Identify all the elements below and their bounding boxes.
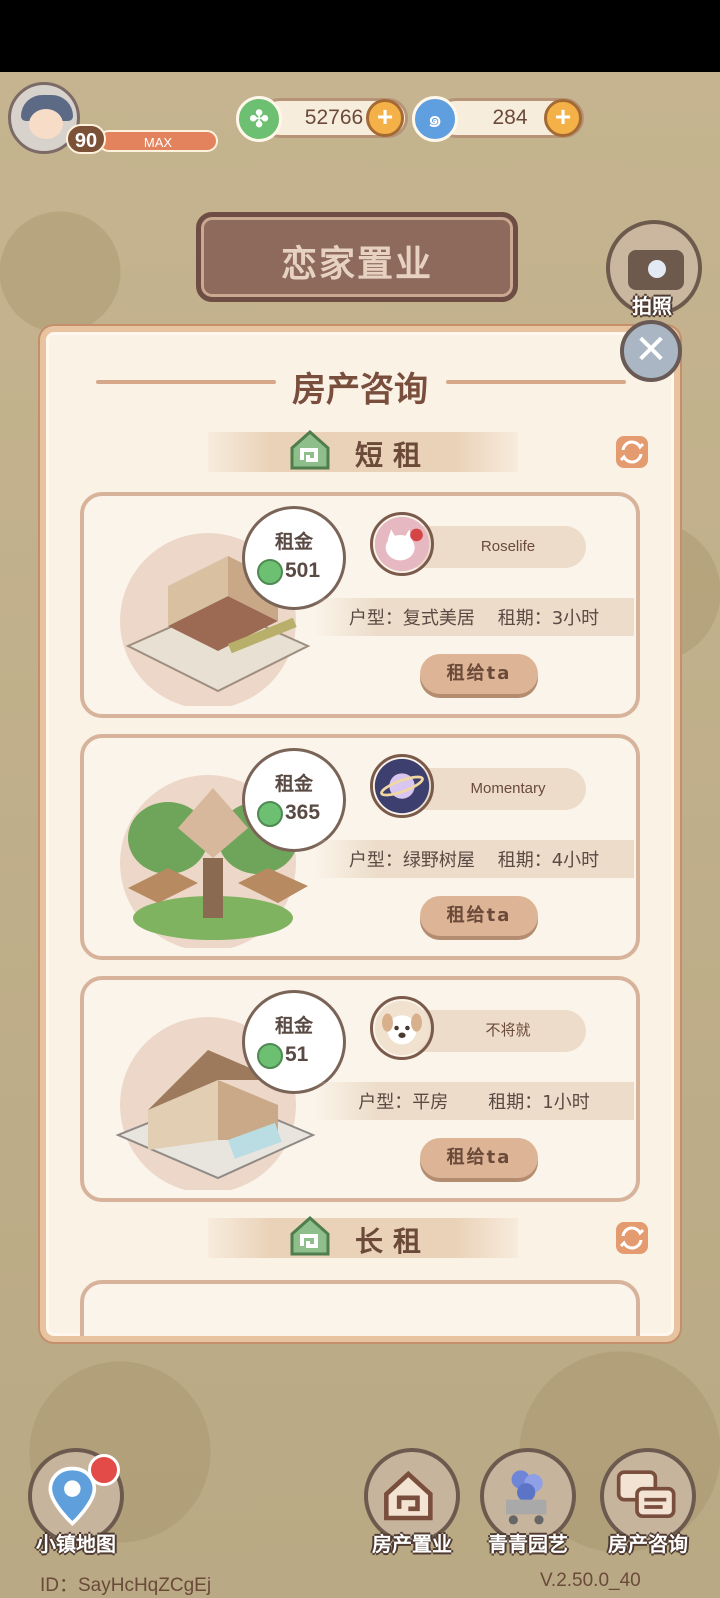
notification-dot <box>88 1454 120 1486</box>
section-header-long: 长租 <box>208 1215 518 1258</box>
owner-avatar-dog-icon[interactable] <box>370 996 434 1060</box>
clover-icon: ✤ <box>236 96 282 142</box>
refresh-icon[interactable] <box>614 1220 650 1256</box>
add-swirl-button[interactable]: + <box>544 99 582 137</box>
swirl-gem-icon: ๑ <box>412 96 458 142</box>
garden-label: 青青园艺 <box>488 1532 568 1556</box>
rent-value: 51 <box>285 1043 309 1066</box>
rent-value: 365 <box>285 801 321 824</box>
rent-bubble: 租金 365 <box>242 748 346 852</box>
status-bar <box>0 0 720 72</box>
page-title: 恋家置业 <box>280 244 433 285</box>
rent-bubble: 租金 501 <box>242 506 346 610</box>
owner-avatar-planet-icon[interactable] <box>370 754 434 818</box>
clover-coin-icon <box>257 559 283 585</box>
listing-info-text: 户型：绿野树屋 租期：4小时 <box>348 850 600 871</box>
listing-card-partial <box>80 1280 640 1336</box>
flower-cart-icon <box>506 1470 547 1525</box>
section-header-short: 短租 <box>208 429 518 472</box>
player-id: ID：SayHcHqZCgEj <box>40 1575 212 1596</box>
listing-info: 户型：平房 租期：1小时 <box>314 1082 634 1120</box>
close-button[interactable]: ✕ <box>620 320 682 382</box>
listing-info: 户型：绿野树屋 租期：4小时 <box>314 840 634 878</box>
property-consult-panel: 房产咨询 短租 租金 501 Roselife 户型：复式美居 租期：3小时 租… <box>40 326 680 1342</box>
rent-to-button[interactable]: 租给ta <box>420 896 538 936</box>
rent-label: 租金 <box>274 1015 313 1037</box>
listing-info: 户型：复式美居 租期：3小时 <box>314 598 634 636</box>
rent-value: 501 <box>285 559 321 582</box>
rent-to-button[interactable]: 租给ta <box>420 654 538 694</box>
town-map-label: 小镇地图 <box>36 1532 116 1556</box>
section-label-long: 长租 <box>354 1225 431 1258</box>
property-consult-label: 房产咨询 <box>608 1532 688 1556</box>
listing-card: 租金 51 不将就 户型：平房 租期：1小时 租给ta <box>80 976 640 1202</box>
section-label-short: 短租 <box>354 439 431 472</box>
clover-coin-icon <box>257 1043 283 1069</box>
title-plate: 恋家置业 <box>196 212 518 302</box>
refresh-icon[interactable] <box>614 434 650 470</box>
rent-to-button[interactable]: 租给ta <box>420 1138 538 1178</box>
app-version: V.2.50.0_40 <box>540 1570 641 1591</box>
rent-label: 租金 <box>274 773 313 795</box>
clover-coin-icon <box>257 801 283 827</box>
rent-label: 租金 <box>274 531 313 553</box>
listing-card: 租金 501 Roselife 户型：复式美居 租期：3小时 租给ta <box>80 492 640 718</box>
listing-info-text: 户型：平房 租期：1小时 <box>358 1092 590 1113</box>
panel-title: 房产咨询 <box>292 370 428 410</box>
owner-avatar-cat-icon[interactable] <box>370 512 434 576</box>
chat-bubble-icon <box>616 1470 676 1518</box>
camera-label: 拍照 <box>632 294 672 318</box>
level-status: MAX <box>98 130 218 152</box>
listing-info-text: 户型：复式美居 租期：3小时 <box>348 608 600 629</box>
rent-bubble: 租金 51 <box>242 990 346 1094</box>
house-icon <box>384 1470 433 1521</box>
add-clover-button[interactable]: + <box>366 99 404 137</box>
listing-card: 租金 365 Momentary 户型：绿野树屋 租期：4小时 租给ta <box>80 734 640 960</box>
player-level: 90 <box>66 124 106 154</box>
